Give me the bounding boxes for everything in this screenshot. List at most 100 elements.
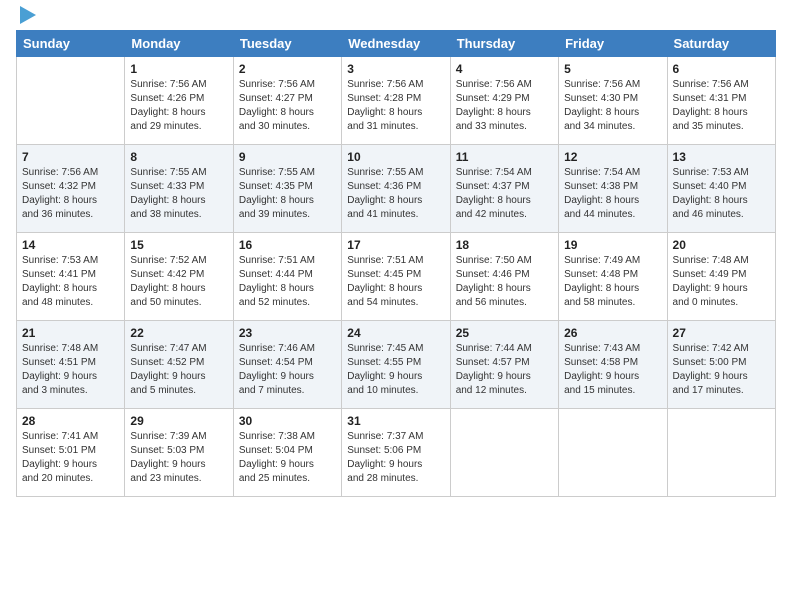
day-header-sunday: Sunday <box>17 31 125 57</box>
date-number: 9 <box>239 149 336 165</box>
calendar-cell: 16Sunrise: 7:51 AM Sunset: 4:44 PM Dayli… <box>233 233 341 321</box>
date-number: 21 <box>22 325 119 341</box>
week-row: 1Sunrise: 7:56 AM Sunset: 4:26 PM Daylig… <box>17 57 776 145</box>
calendar-table: SundayMondayTuesdayWednesdayThursdayFrid… <box>16 30 776 497</box>
date-number: 22 <box>130 325 227 341</box>
date-number: 5 <box>564 61 661 77</box>
calendar-cell: 29Sunrise: 7:39 AM Sunset: 5:03 PM Dayli… <box>125 409 233 497</box>
date-number: 12 <box>564 149 661 165</box>
calendar-cell: 31Sunrise: 7:37 AM Sunset: 5:06 PM Dayli… <box>342 409 450 497</box>
calendar-cell: 28Sunrise: 7:41 AM Sunset: 5:01 PM Dayli… <box>17 409 125 497</box>
day-header-friday: Friday <box>559 31 667 57</box>
cell-content: Sunrise: 7:56 AM Sunset: 4:28 PM Dayligh… <box>347 78 444 134</box>
calendar-cell <box>17 57 125 145</box>
cell-content: Sunrise: 7:38 AM Sunset: 5:04 PM Dayligh… <box>239 430 336 486</box>
cell-content: Sunrise: 7:43 AM Sunset: 4:58 PM Dayligh… <box>564 342 661 398</box>
date-number: 15 <box>130 237 227 253</box>
calendar-cell: 9Sunrise: 7:55 AM Sunset: 4:35 PM Daylig… <box>233 145 341 233</box>
date-number: 16 <box>239 237 336 253</box>
day-header-saturday: Saturday <box>667 31 775 57</box>
header <box>16 10 776 24</box>
date-number: 26 <box>564 325 661 341</box>
cell-content: Sunrise: 7:51 AM Sunset: 4:44 PM Dayligh… <box>239 254 336 310</box>
day-header-wednesday: Wednesday <box>342 31 450 57</box>
calendar-cell: 15Sunrise: 7:52 AM Sunset: 4:42 PM Dayli… <box>125 233 233 321</box>
calendar-cell: 18Sunrise: 7:50 AM Sunset: 4:46 PM Dayli… <box>450 233 558 321</box>
calendar-cell: 17Sunrise: 7:51 AM Sunset: 4:45 PM Dayli… <box>342 233 450 321</box>
cell-content: Sunrise: 7:56 AM Sunset: 4:27 PM Dayligh… <box>239 78 336 134</box>
day-header-tuesday: Tuesday <box>233 31 341 57</box>
cell-content: Sunrise: 7:42 AM Sunset: 5:00 PM Dayligh… <box>673 342 770 398</box>
cell-content: Sunrise: 7:50 AM Sunset: 4:46 PM Dayligh… <box>456 254 553 310</box>
day-header-thursday: Thursday <box>450 31 558 57</box>
calendar-cell: 13Sunrise: 7:53 AM Sunset: 4:40 PM Dayli… <box>667 145 775 233</box>
day-header-monday: Monday <box>125 31 233 57</box>
calendar-cell: 21Sunrise: 7:48 AM Sunset: 4:51 PM Dayli… <box>17 321 125 409</box>
calendar-cell: 2Sunrise: 7:56 AM Sunset: 4:27 PM Daylig… <box>233 57 341 145</box>
calendar-cell: 26Sunrise: 7:43 AM Sunset: 4:58 PM Dayli… <box>559 321 667 409</box>
week-row: 21Sunrise: 7:48 AM Sunset: 4:51 PM Dayli… <box>17 321 776 409</box>
cell-content: Sunrise: 7:56 AM Sunset: 4:32 PM Dayligh… <box>22 166 119 222</box>
cell-content: Sunrise: 7:56 AM Sunset: 4:31 PM Dayligh… <box>673 78 770 134</box>
calendar-cell <box>559 409 667 497</box>
cell-content: Sunrise: 7:56 AM Sunset: 4:30 PM Dayligh… <box>564 78 661 134</box>
cell-content: Sunrise: 7:39 AM Sunset: 5:03 PM Dayligh… <box>130 430 227 486</box>
cell-content: Sunrise: 7:37 AM Sunset: 5:06 PM Dayligh… <box>347 430 444 486</box>
cell-content: Sunrise: 7:56 AM Sunset: 4:29 PM Dayligh… <box>456 78 553 134</box>
calendar-cell: 23Sunrise: 7:46 AM Sunset: 4:54 PM Dayli… <box>233 321 341 409</box>
date-number: 6 <box>673 61 770 77</box>
cell-content: Sunrise: 7:52 AM Sunset: 4:42 PM Dayligh… <box>130 254 227 310</box>
date-number: 4 <box>456 61 553 77</box>
week-row: 7Sunrise: 7:56 AM Sunset: 4:32 PM Daylig… <box>17 145 776 233</box>
calendar-cell: 4Sunrise: 7:56 AM Sunset: 4:29 PM Daylig… <box>450 57 558 145</box>
cell-content: Sunrise: 7:44 AM Sunset: 4:57 PM Dayligh… <box>456 342 553 398</box>
calendar-cell <box>450 409 558 497</box>
cell-content: Sunrise: 7:49 AM Sunset: 4:48 PM Dayligh… <box>564 254 661 310</box>
calendar-cell: 25Sunrise: 7:44 AM Sunset: 4:57 PM Dayli… <box>450 321 558 409</box>
calendar-cell: 1Sunrise: 7:56 AM Sunset: 4:26 PM Daylig… <box>125 57 233 145</box>
cell-content: Sunrise: 7:47 AM Sunset: 4:52 PM Dayligh… <box>130 342 227 398</box>
cell-content: Sunrise: 7:46 AM Sunset: 4:54 PM Dayligh… <box>239 342 336 398</box>
calendar-cell: 11Sunrise: 7:54 AM Sunset: 4:37 PM Dayli… <box>450 145 558 233</box>
header-row: SundayMondayTuesdayWednesdayThursdayFrid… <box>17 31 776 57</box>
date-number: 11 <box>456 149 553 165</box>
calendar-cell: 27Sunrise: 7:42 AM Sunset: 5:00 PM Dayli… <box>667 321 775 409</box>
calendar-cell: 10Sunrise: 7:55 AM Sunset: 4:36 PM Dayli… <box>342 145 450 233</box>
cell-content: Sunrise: 7:48 AM Sunset: 4:51 PM Dayligh… <box>22 342 119 398</box>
page: SundayMondayTuesdayWednesdayThursdayFrid… <box>0 0 792 505</box>
date-number: 28 <box>22 413 119 429</box>
calendar-cell: 12Sunrise: 7:54 AM Sunset: 4:38 PM Dayli… <box>559 145 667 233</box>
cell-content: Sunrise: 7:55 AM Sunset: 4:33 PM Dayligh… <box>130 166 227 222</box>
cell-content: Sunrise: 7:54 AM Sunset: 4:38 PM Dayligh… <box>564 166 661 222</box>
cell-content: Sunrise: 7:53 AM Sunset: 4:40 PM Dayligh… <box>673 166 770 222</box>
calendar-cell: 7Sunrise: 7:56 AM Sunset: 4:32 PM Daylig… <box>17 145 125 233</box>
date-number: 10 <box>347 149 444 165</box>
logo <box>16 10 36 24</box>
date-number: 29 <box>130 413 227 429</box>
cell-content: Sunrise: 7:45 AM Sunset: 4:55 PM Dayligh… <box>347 342 444 398</box>
cell-content: Sunrise: 7:55 AM Sunset: 4:35 PM Dayligh… <box>239 166 336 222</box>
date-number: 1 <box>130 61 227 77</box>
date-number: 2 <box>239 61 336 77</box>
cell-content: Sunrise: 7:48 AM Sunset: 4:49 PM Dayligh… <box>673 254 770 310</box>
calendar-cell <box>667 409 775 497</box>
cell-content: Sunrise: 7:53 AM Sunset: 4:41 PM Dayligh… <box>22 254 119 310</box>
date-number: 30 <box>239 413 336 429</box>
date-number: 24 <box>347 325 444 341</box>
logo-arrow-icon <box>20 6 36 24</box>
cell-content: Sunrise: 7:56 AM Sunset: 4:26 PM Dayligh… <box>130 78 227 134</box>
date-number: 8 <box>130 149 227 165</box>
calendar-cell: 30Sunrise: 7:38 AM Sunset: 5:04 PM Dayli… <box>233 409 341 497</box>
calendar-cell: 5Sunrise: 7:56 AM Sunset: 4:30 PM Daylig… <box>559 57 667 145</box>
date-number: 25 <box>456 325 553 341</box>
calendar-cell: 24Sunrise: 7:45 AM Sunset: 4:55 PM Dayli… <box>342 321 450 409</box>
calendar-cell: 3Sunrise: 7:56 AM Sunset: 4:28 PM Daylig… <box>342 57 450 145</box>
week-row: 14Sunrise: 7:53 AM Sunset: 4:41 PM Dayli… <box>17 233 776 321</box>
week-row: 28Sunrise: 7:41 AM Sunset: 5:01 PM Dayli… <box>17 409 776 497</box>
date-number: 14 <box>22 237 119 253</box>
date-number: 3 <box>347 61 444 77</box>
calendar-cell: 20Sunrise: 7:48 AM Sunset: 4:49 PM Dayli… <box>667 233 775 321</box>
date-number: 20 <box>673 237 770 253</box>
date-number: 23 <box>239 325 336 341</box>
calendar-cell: 8Sunrise: 7:55 AM Sunset: 4:33 PM Daylig… <box>125 145 233 233</box>
